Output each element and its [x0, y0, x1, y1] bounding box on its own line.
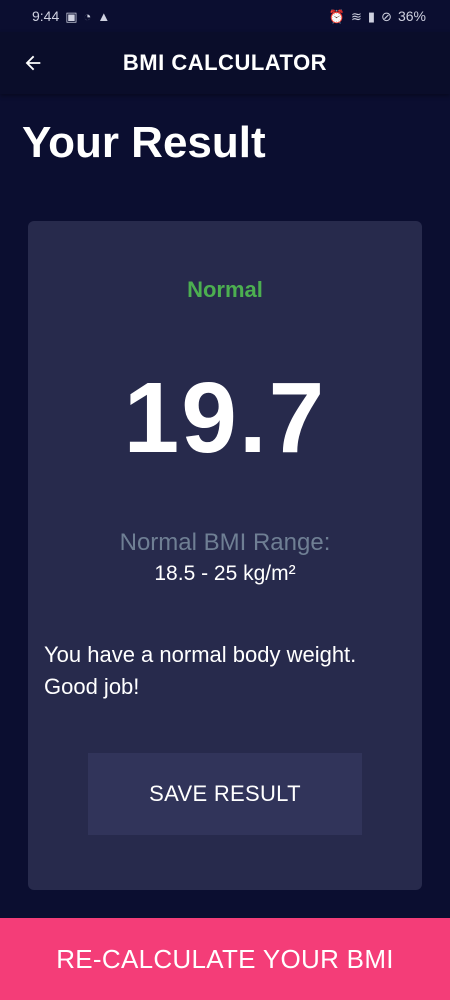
bmi-result-screen: 9:44 ▣ ◔ ▲ ⏰ ≋ ▮ ⊘ 36% BMI CALCULATOR Yo… [0, 0, 450, 1000]
bmi-value: 19.7 [123, 362, 327, 474]
status-bar: 9:44 ▣ ◔ ▲ ⏰ ≋ ▮ ⊘ 36% [0, 0, 450, 32]
status-time: 9:44 [32, 8, 60, 24]
app-bar: BMI CALCULATOR [0, 32, 450, 94]
recalculate-button[interactable]: RE-CALCULATE YOUR BMI [0, 918, 450, 1000]
signal-icon: ▮ [367, 8, 376, 24]
result-card: Normal 19.7 Normal BMI Range: 18.5 - 25 … [28, 221, 422, 890]
battery-level: 36% [397, 8, 426, 24]
data-saver-icon: ◔ [83, 8, 92, 24]
result-interpretation: You have a normal body weight. Good job! [44, 642, 357, 699]
warning-icon: ▲ [97, 8, 111, 24]
app-title: BMI CALCULATOR [122, 50, 328, 75]
alarm-icon: ⏰ [328, 8, 345, 24]
save-result-button[interactable]: SAVE RESULT [88, 753, 362, 835]
status-right: ⏰ ≋ ▮ ⊘ 36% [329, 8, 426, 24]
normal-range-label: Normal BMI Range: [119, 529, 331, 556]
back-button[interactable] [14, 44, 52, 82]
status-left: 9:44 ▣ ◔ ▲ [32, 8, 110, 24]
wifi-icon: ≋ [351, 8, 362, 24]
image-icon: ▣ [65, 8, 78, 24]
normal-range-value: 18.5 - 25 kg/m² [154, 562, 296, 585]
result-category: Normal [187, 277, 263, 302]
arrow-back-icon [25, 55, 41, 71]
dnd-icon: ⊘ [381, 8, 392, 24]
page-title: Your Result [22, 118, 266, 167]
